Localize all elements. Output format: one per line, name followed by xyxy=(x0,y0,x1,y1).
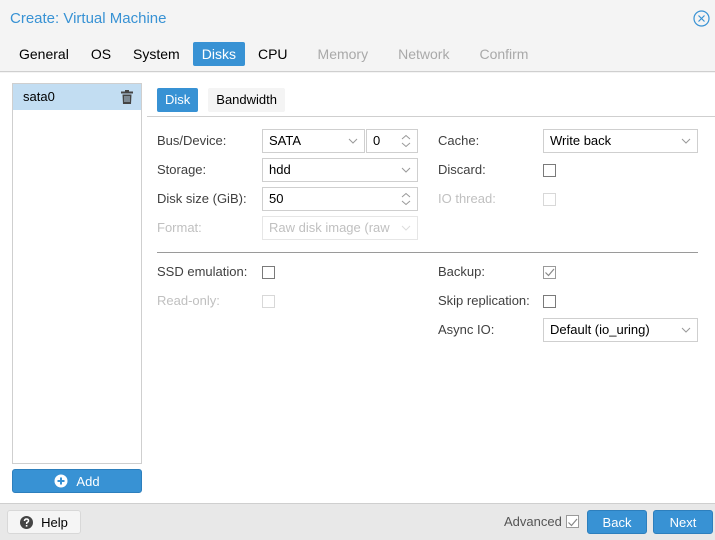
format-select: Raw disk image (raw xyxy=(262,216,418,240)
wizard-tabs: General OS System Disks CPU Memory Netwo… xyxy=(10,42,541,66)
async-io-value: Default (io_uring) xyxy=(550,322,650,337)
ssd-emulation-checkbox[interactable] xyxy=(262,266,275,279)
tab-memory: Memory xyxy=(317,46,369,62)
add-disk-button[interactable]: Add xyxy=(12,469,142,493)
device-value: 0 xyxy=(373,133,381,148)
storage-label: Storage: xyxy=(157,162,207,177)
disk-list: sata0 xyxy=(12,83,142,464)
advanced-label: Advanced xyxy=(504,514,562,529)
cache-value: Write back xyxy=(550,133,612,148)
tab-cpu[interactable]: CPU xyxy=(249,42,297,66)
chevron-down-icon xyxy=(400,221,412,235)
skip-replication-label: Skip replication: xyxy=(438,293,530,308)
discard-checkbox[interactable] xyxy=(543,164,556,177)
close-circle-icon xyxy=(693,10,710,27)
async-io-select[interactable]: Default (io_uring) xyxy=(543,318,698,342)
tab-os[interactable]: OS xyxy=(82,42,120,66)
help-button[interactable]: Help xyxy=(7,510,81,534)
chevron-down-icon xyxy=(401,167,411,173)
plus-circle-icon xyxy=(54,474,68,488)
read-only-label: Read-only: xyxy=(157,293,220,308)
cache-select[interactable]: Write back xyxy=(543,129,698,153)
spinner-updown-icon[interactable] xyxy=(400,192,412,206)
tab-disks[interactable]: Disks xyxy=(192,42,245,66)
close-button[interactable] xyxy=(693,10,710,27)
tab-system[interactable]: System xyxy=(124,42,189,66)
help-label: Help xyxy=(41,514,68,530)
disk-subtabs: Disk Bandwidth xyxy=(157,88,295,112)
bus-select[interactable]: SATA xyxy=(262,129,365,153)
chevron-down-icon xyxy=(681,327,691,333)
checkmark-icon xyxy=(545,268,555,277)
tab-confirm: Confirm xyxy=(479,46,529,62)
format-label: Format: xyxy=(157,220,202,235)
device-number-spinner[interactable]: 0 xyxy=(366,129,418,153)
back-button[interactable]: Back xyxy=(587,510,647,534)
dialog-header: Create: Virtual Machine General OS Syste… xyxy=(0,0,715,72)
dialog-title: Create: Virtual Machine xyxy=(10,10,167,27)
backup-checkbox[interactable] xyxy=(543,266,556,279)
async-io-label: Async IO: xyxy=(438,322,495,337)
format-value: Raw disk image (raw xyxy=(269,220,390,235)
skip-replication-checkbox[interactable] xyxy=(543,295,556,308)
read-only-checkbox xyxy=(262,295,275,308)
disk-size-label: Disk size (GiB): xyxy=(157,191,247,206)
tab-network: Network xyxy=(398,46,450,62)
subtab-disk[interactable]: Disk xyxy=(157,88,199,112)
advanced-checkbox[interactable] xyxy=(566,515,579,528)
disk-size-value: 50 xyxy=(269,191,284,206)
advanced-separator xyxy=(157,252,698,253)
subtab-divider xyxy=(147,116,715,117)
chevron-down-icon xyxy=(681,138,691,144)
disk-item-label: sata0 xyxy=(23,89,55,104)
io-thread-label: IO thread: xyxy=(438,191,496,206)
dialog-body: sata0 Add Disk Bandwidth Bus/Device: SAT… xyxy=(0,73,715,503)
checkmark-icon xyxy=(568,518,578,527)
spinner-updown-icon[interactable] xyxy=(400,134,412,148)
disk-list-item[interactable]: sata0 xyxy=(13,84,141,110)
tab-general[interactable]: General xyxy=(10,42,78,66)
disk-size-spinner[interactable]: 50 xyxy=(262,187,418,211)
question-circle-icon xyxy=(20,515,34,529)
storage-select[interactable]: hdd xyxy=(262,158,418,182)
cache-label: Cache: xyxy=(438,133,480,148)
dialog-footer: Help Advanced Back Next xyxy=(0,503,715,540)
next-button[interactable]: Next xyxy=(653,510,713,534)
io-thread-checkbox xyxy=(543,193,556,206)
trash-icon[interactable] xyxy=(121,90,133,104)
chevron-down-icon xyxy=(348,138,358,144)
backup-label: Backup: xyxy=(438,264,485,279)
bus-value: SATA xyxy=(269,133,302,148)
add-button-label: Add xyxy=(76,473,100,489)
discard-label: Discard: xyxy=(438,162,486,177)
subtab-bandwidth[interactable]: Bandwidth xyxy=(208,88,285,112)
ssd-emulation-label: SSD emulation: xyxy=(157,264,248,279)
storage-value: hdd xyxy=(269,162,291,177)
bus-device-label: Bus/Device: xyxy=(157,133,227,148)
